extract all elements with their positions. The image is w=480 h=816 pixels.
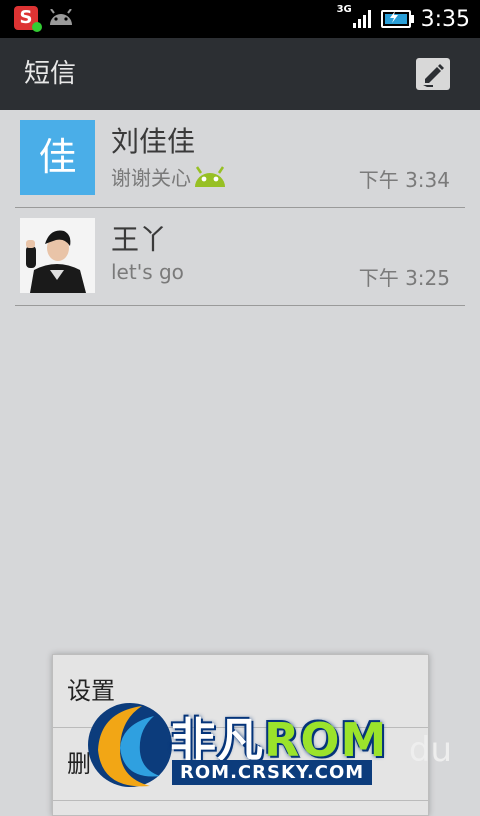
snippet-text: 谢谢关心 (111, 166, 191, 190)
conversation-item[interactable]: 王丫 let's go 下午 3:25 (15, 208, 465, 306)
conversation-list: 佳 刘佳佳 谢谢关心 下午 3:34 王丫 let's go 下午 3:25 (15, 110, 465, 306)
signal-icon: 3G (337, 4, 371, 28)
message-time: 下午 3:25 (358, 266, 450, 290)
notification-icons: S (14, 6, 74, 32)
status-bar: S 3G 3:35 (0, 0, 480, 38)
contact-name: 王丫 (111, 223, 168, 256)
contact-avatar[interactable]: 佳 (20, 120, 95, 195)
android-icon (48, 8, 74, 27)
android-emoji-icon (193, 165, 227, 189)
snippet-text: let's go (111, 260, 184, 284)
sogou-s-icon: S (14, 6, 42, 32)
contact-name: 刘佳佳 (111, 125, 196, 158)
conversation-item[interactable]: 佳 刘佳佳 谢谢关心 下午 3:34 (15, 110, 465, 208)
action-bar: 短信 (0, 38, 480, 110)
message-time: 下午 3:34 (358, 168, 450, 192)
compose-button[interactable] (416, 58, 450, 90)
network-type: 3G (336, 4, 352, 15)
system-icons: 3G 3:35 (337, 0, 470, 38)
compose-icon (423, 64, 444, 87)
status-time: 3:35 (420, 6, 470, 32)
menu-item-settings[interactable]: 设置 (53, 655, 428, 728)
page-title: 短信 (24, 59, 77, 89)
battery-charging-icon (380, 10, 414, 28)
options-menu: 设置 删 (52, 654, 429, 816)
contact-avatar[interactable] (20, 218, 95, 293)
message-snippet: 谢谢关心 (111, 162, 227, 191)
menu-item-delete[interactable]: 删 (53, 728, 428, 801)
message-snippet: let's go (111, 260, 184, 284)
